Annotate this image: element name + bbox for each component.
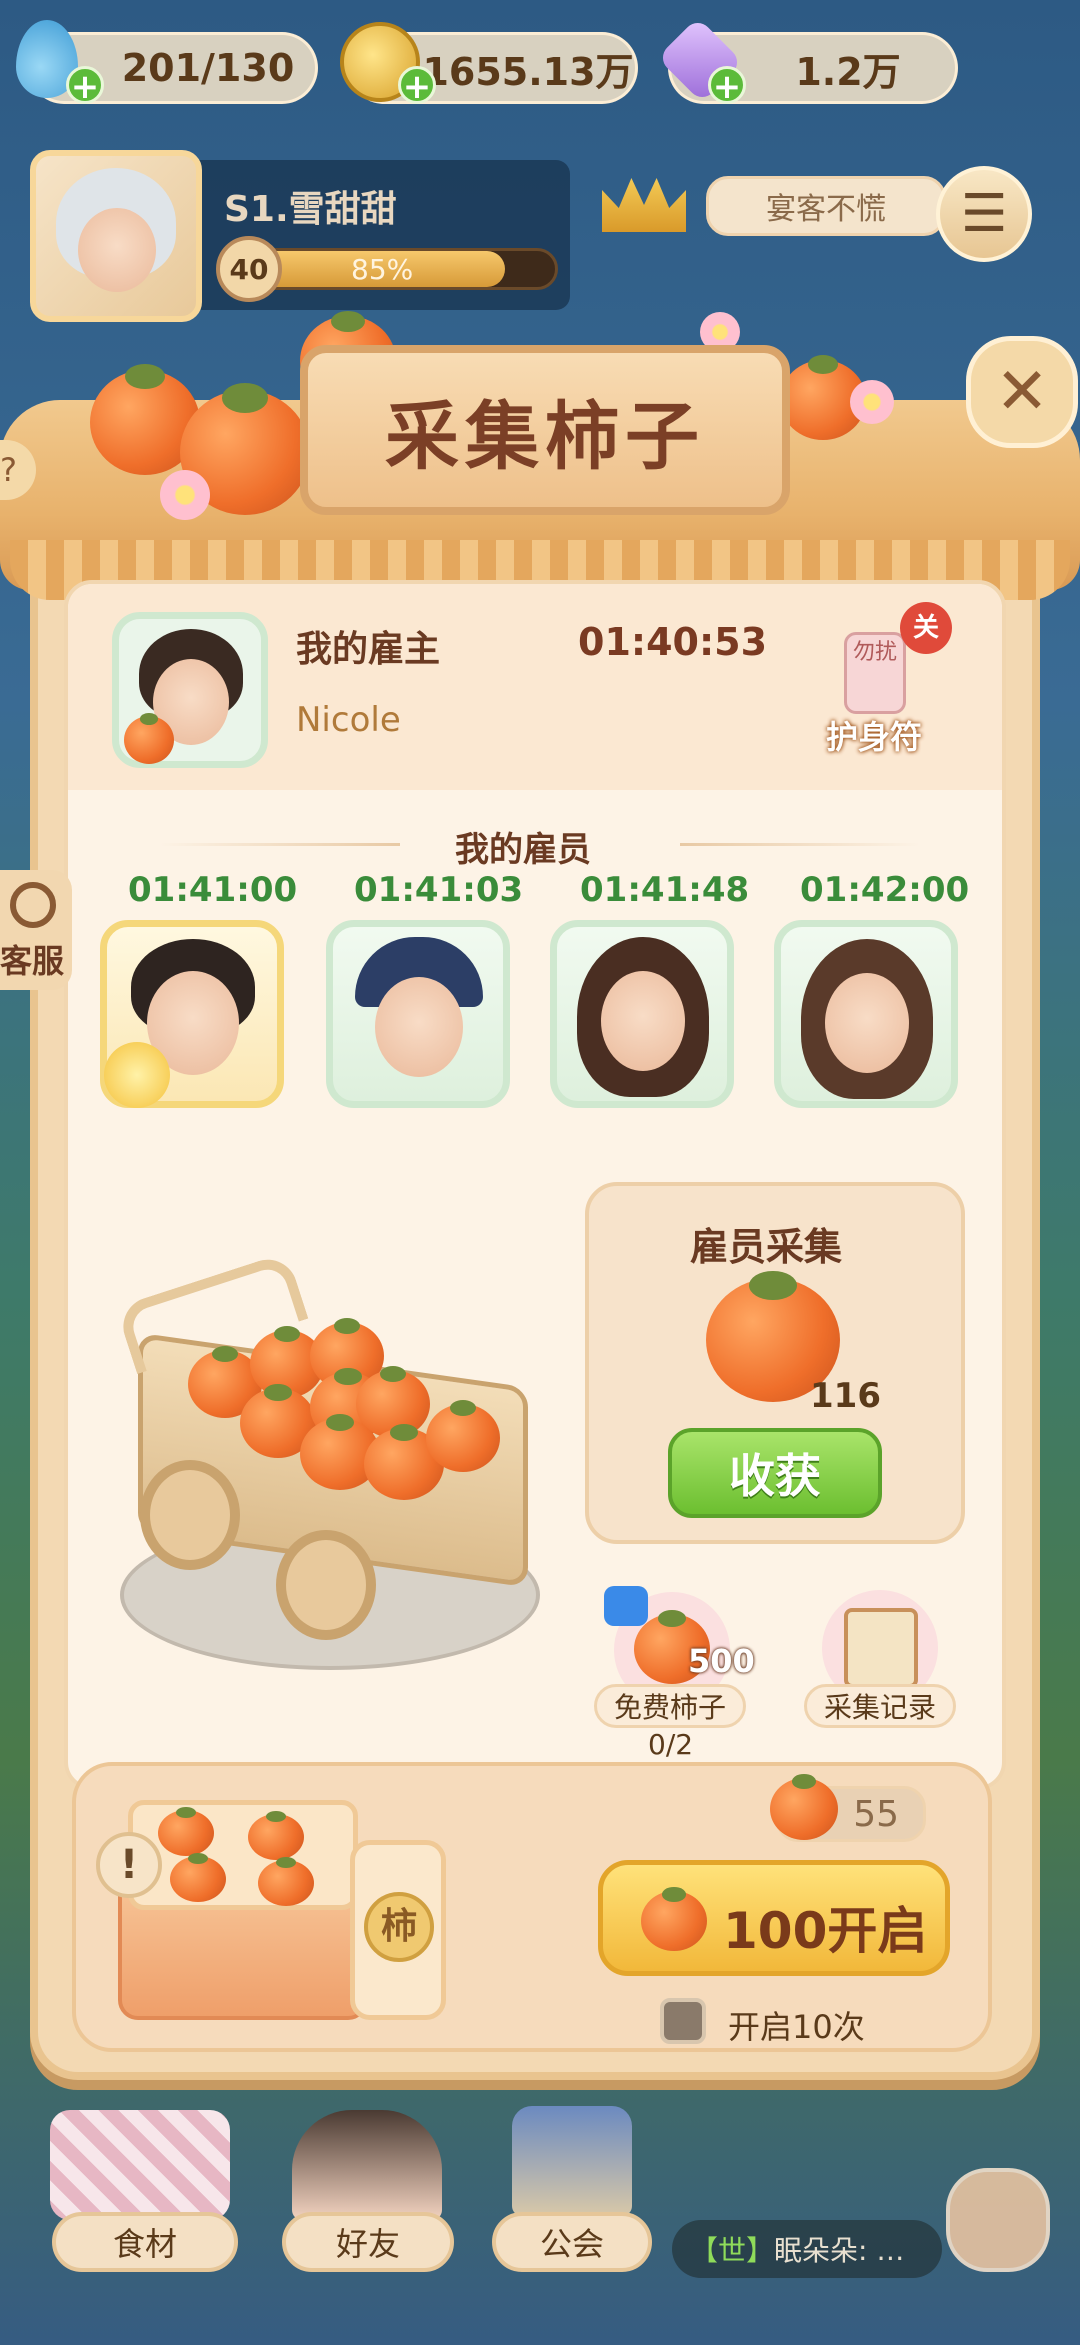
amulet-button[interactable]: 勿扰 关 护身符 xyxy=(826,602,952,756)
video-icon xyxy=(604,1586,648,1626)
free-label-text: 免费柿子 xyxy=(613,1691,726,1724)
collect-record-label: 采集记录 xyxy=(804,1684,956,1728)
nav-label-food: 食材 xyxy=(112,2225,177,2263)
amulet-badge-text: 关 xyxy=(912,613,939,643)
player-level-badge: 40 xyxy=(216,236,282,302)
open-ten-checkbox[interactable] xyxy=(660,1998,706,2044)
nav-item-friends[interactable]: 好友 xyxy=(282,2212,454,2272)
player-name: S1.雪甜甜 xyxy=(224,189,397,230)
customer-service-button[interactable]: 客服 xyxy=(0,870,72,990)
box-persimmon xyxy=(248,1811,304,1860)
menu-button[interactable]: ☰ xyxy=(936,166,1032,262)
tomato-icon xyxy=(124,713,174,764)
open-persimmon-icon xyxy=(641,1887,707,1951)
gold-value: 1655.13万 xyxy=(422,49,634,94)
amulet-off-badge: 关 xyxy=(900,602,952,654)
free-persimmon-label: 免费柿子 xyxy=(594,1684,746,1728)
world-chat[interactable]: 【世】 眠朵朵: … xyxy=(672,2220,942,2278)
harvest-label: 收获 xyxy=(729,1449,821,1503)
customer-service-label: 客服 xyxy=(0,942,65,980)
employee-card[interactable] xyxy=(326,920,510,1108)
panel-title-text: 采集柿子 xyxy=(385,393,705,480)
close-icon: ✕ xyxy=(995,355,1049,429)
flower-icon xyxy=(160,470,210,520)
employer-name: Nicole xyxy=(296,700,401,740)
cart-wheel xyxy=(276,1530,376,1640)
employee-timer: 01:41:48 xyxy=(580,870,750,910)
free-quota: 0/2 xyxy=(648,1728,694,1761)
open-box-label: 100开启 xyxy=(723,1902,928,1960)
box-tray xyxy=(128,1800,358,1910)
divider xyxy=(680,843,920,846)
add-gem-button[interactable]: + xyxy=(708,66,746,105)
flower-icon xyxy=(850,380,894,424)
clover-menu-icon[interactable] xyxy=(946,2168,1050,2272)
player-avatar[interactable] xyxy=(30,150,202,322)
harvest-button[interactable]: 收获 xyxy=(668,1428,882,1518)
nav-item-food[interactable]: 食材 xyxy=(52,2212,238,2272)
collect-title: 雇员采集 xyxy=(690,1225,843,1269)
employee-card[interactable] xyxy=(774,920,958,1108)
player-level: 40 xyxy=(229,252,269,286)
employer-timer: 01:40:53 xyxy=(578,620,768,664)
box-persimmon xyxy=(258,1857,314,1906)
divider xyxy=(160,843,400,846)
crown-icon[interactable] xyxy=(602,178,686,232)
close-button[interactable]: ✕ xyxy=(966,336,1078,448)
amulet-label: 护身符 xyxy=(826,718,923,756)
level-progress-label: 85% xyxy=(351,253,414,286)
owned-persimmon-icon xyxy=(770,1774,838,1840)
info-alert-icon[interactable]: ! xyxy=(96,1832,162,1898)
menu-icon: ☰ xyxy=(960,184,1008,244)
friends-icon[interactable] xyxy=(292,2110,442,2220)
collect-count: 116 xyxy=(810,1376,881,1416)
employee-timer: 01:41:00 xyxy=(128,870,298,910)
amulet-tag-text: 勿扰 xyxy=(852,640,897,665)
chat-message: 眠朵朵: … xyxy=(774,2234,905,2267)
box-persimmon xyxy=(170,1853,226,1902)
status-banner-label: 宴客不慌 xyxy=(766,192,886,227)
panel-title: 采集柿子 xyxy=(300,345,790,515)
nav-label-friends: 好友 xyxy=(335,2225,400,2263)
box-persimmon xyxy=(158,1807,214,1856)
amulet-tag-icon: 勿扰 xyxy=(844,632,906,714)
water-value: 201/130 xyxy=(121,46,295,90)
box-seal: 柿 xyxy=(364,1892,434,1962)
food-basket-icon[interactable] xyxy=(50,2110,230,2220)
employee-face xyxy=(601,971,685,1071)
record-label-text: 采集记录 xyxy=(823,1691,936,1724)
employer-label: 我的雇主 xyxy=(296,629,441,670)
chat-channel: 【世】 xyxy=(690,2234,775,2267)
cart-wheel xyxy=(140,1460,240,1570)
employee-timer: 01:41:03 xyxy=(354,870,524,910)
open-box-button[interactable]: 100开启 xyxy=(598,1860,950,1976)
lemon-icon xyxy=(104,1042,170,1108)
gem-value: 1.2万 xyxy=(795,49,901,94)
status-banner[interactable]: 宴客不慌 xyxy=(706,176,946,236)
add-water-button[interactable]: + xyxy=(66,66,104,105)
employee-timer: 01:42:00 xyxy=(800,870,970,910)
add-gold-button[interactable]: + xyxy=(398,66,436,105)
gift-box-icon[interactable]: 柿 xyxy=(118,1800,446,2020)
employees-label: 我的雇员 xyxy=(455,830,591,870)
nav-label-guild: 公会 xyxy=(539,2225,604,2263)
box-seal-text: 柿 xyxy=(380,1906,417,1947)
owned-count: 55 xyxy=(853,1793,899,1835)
cart-persimmon xyxy=(426,1399,500,1472)
guild-icon[interactable] xyxy=(512,2106,632,2216)
avatar-face xyxy=(78,208,156,292)
employee-face xyxy=(375,977,463,1077)
employee-face xyxy=(825,973,909,1073)
book-icon xyxy=(844,1608,918,1688)
free-amount: 500 xyxy=(688,1642,755,1680)
open-ten-label: 开启10次 xyxy=(728,2008,865,2046)
employee-card[interactable] xyxy=(550,920,734,1108)
headset-icon xyxy=(10,882,56,928)
nav-item-guild[interactable]: 公会 xyxy=(492,2212,652,2272)
